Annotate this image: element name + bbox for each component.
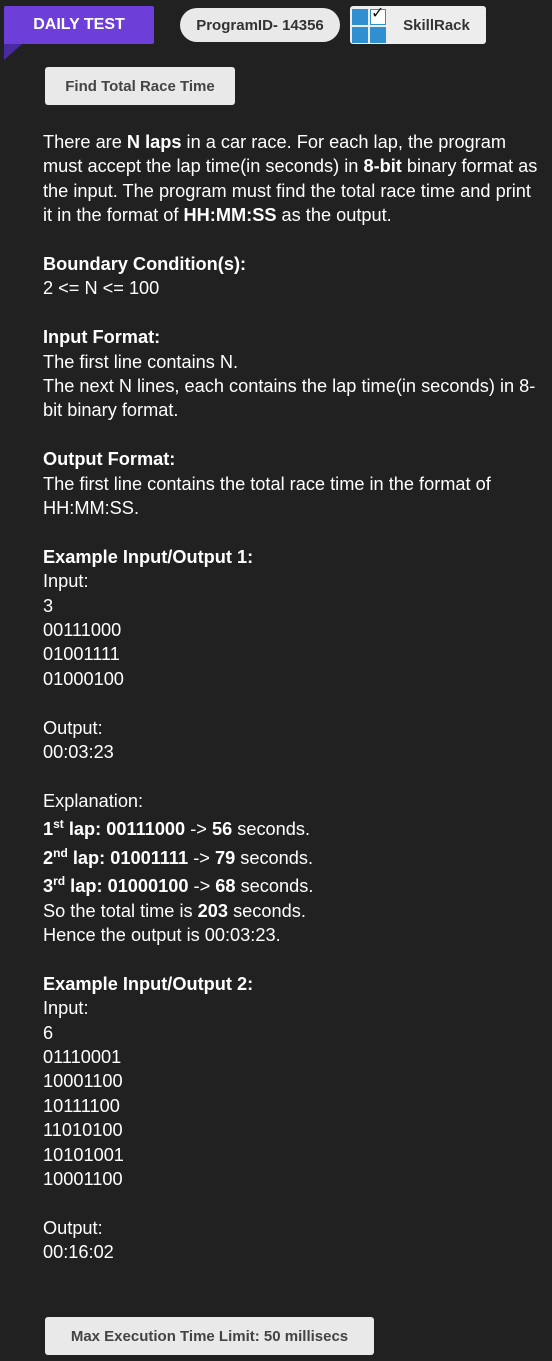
skillrack-logo-icon: ✓ (351, 3, 387, 43)
example2-input-line: 01110001 (43, 1046, 122, 1067)
example2-output-label: Output: (43, 1217, 103, 1238)
boundary-heading: Boundary Condition(s): (43, 254, 247, 275)
example1-input-label: Input: (43, 571, 89, 592)
example2-heading: Example Input/Output 2: (43, 973, 254, 994)
example1-input-line: 00111000 (43, 620, 122, 641)
explanation-label: Explanation: (43, 790, 144, 811)
example2-input-line: 10001100 (43, 1168, 123, 1189)
output-format-heading: Output Format: (43, 449, 176, 470)
example1-output-value: 00:03:23 (43, 742, 114, 763)
execution-limit-button[interactable]: Max Execution Time Limit: 50 millisecs (45, 1317, 374, 1355)
input-format-line: The next N lines, each contains the lap … (43, 376, 536, 421)
badge-ribbon-fold (4, 44, 22, 60)
skillrack-label: SkillRack (403, 16, 470, 34)
header-bar: DAILY TEST ProgramID- 14356 ✓ SkillRack (0, 0, 552, 60)
problem-statement: There are N laps in a car race. For each… (43, 130, 543, 1265)
example1-input-line: 3 (43, 595, 54, 616)
program-id-pill[interactable]: ProgramID- 14356 (180, 8, 340, 42)
example1-heading: Example Input/Output 1: (43, 546, 254, 567)
output-format-line: The first line contains the total race t… (43, 473, 491, 519)
example1-output-label: Output: (43, 717, 103, 738)
example1-input-line: 01000100 (43, 668, 124, 689)
explanation-lap-line: 3rd lap: 01000100 -> 68 seconds. (43, 874, 314, 897)
input-format-heading: Input Format: (43, 327, 161, 348)
problem-title-button[interactable]: Find Total Race Time (45, 67, 235, 105)
example2-output-value: 00:16:02 (43, 1242, 114, 1263)
boundary-text: 2 <= N <= 100 (43, 278, 160, 299)
explanation-total: So the total time is 203 seconds. (43, 900, 306, 921)
example2-input-label: Input: (43, 998, 89, 1019)
example2-input-line: 6 (43, 1022, 54, 1043)
problem-description: There are N laps in a car race. For each… (43, 132, 538, 226)
example2-input-line: 10001100 (43, 1071, 123, 1092)
explanation-lap-line: 1st lap: 00111000 -> 56 seconds. (43, 817, 311, 840)
example2-input-line: 11010100 (43, 1120, 123, 1141)
explanation-hence: Hence the output is 00:03:23. (43, 924, 281, 945)
daily-test-badge[interactable]: DAILY TEST (4, 6, 154, 44)
example2-input-line: 10111100 (43, 1095, 120, 1116)
skillrack-brand-button[interactable]: ✓ SkillRack (350, 3, 486, 44)
explanation-lap-line: 2nd lap: 01001111 -> 79 seconds. (43, 845, 314, 868)
input-format-line: The first line contains N. (43, 351, 239, 372)
example1-input-line: 01001111 (43, 644, 120, 665)
example2-input-line: 10101001 (43, 1144, 124, 1165)
